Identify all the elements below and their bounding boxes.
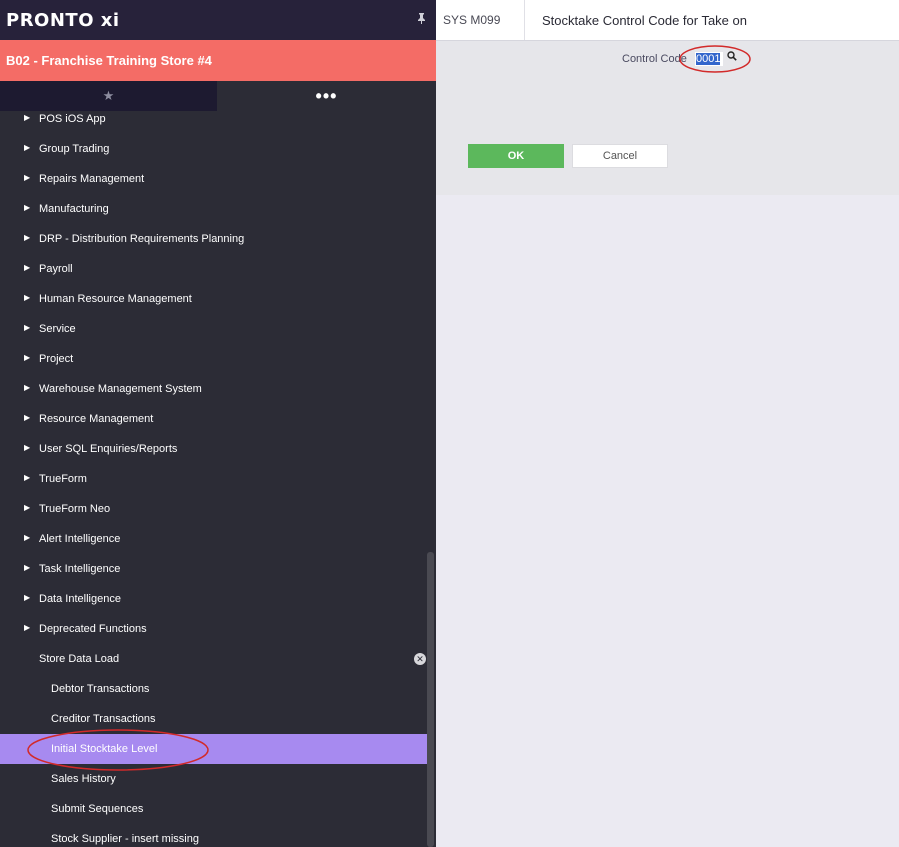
program-code: SYS M099: [436, 0, 525, 40]
menu-item-label: Resource Management: [39, 413, 154, 425]
submenu-item[interactable]: Debtor Transactions: [0, 674, 427, 704]
menu-item-label: Store Data Load: [39, 653, 120, 665]
expand-arrow-icon: ▶: [24, 113, 31, 122]
expand-arrow-icon: ▶: [24, 413, 31, 422]
menu-item[interactable]: ▶ Group Trading: [0, 134, 427, 164]
menu-item-label: Human Resource Management: [39, 293, 192, 305]
expand-arrow-icon: ▶: [24, 143, 31, 152]
menu-item[interactable]: ▶ Warehouse Management System: [0, 374, 427, 404]
sidebar-scrollbar[interactable]: [427, 552, 434, 847]
form-panel: Control Code 0001 OK Cancel: [436, 41, 899, 195]
annotation-ellipse-control-code: [679, 45, 751, 73]
expand-arrow-icon: ▶: [24, 203, 31, 212]
expand-arrow-icon: ▶: [24, 353, 31, 362]
menu-item-label: Service: [39, 323, 76, 335]
menu-item[interactable]: ▶ Service: [0, 314, 427, 344]
submenu-item-label: Sales History: [51, 773, 116, 785]
menu-item-label: TrueForm Neo: [39, 503, 111, 515]
expand-arrow-icon: ▶: [24, 173, 31, 182]
menu-item-label: User SQL Enquiries/Reports: [39, 443, 178, 455]
menu-item-store-data-load[interactable]: Store Data Load ✕: [0, 644, 427, 674]
cancel-button[interactable]: Cancel: [572, 144, 668, 168]
menu-item-label: TrueForm: [39, 473, 87, 485]
brand-bar: PRONTO xi: [0, 0, 436, 40]
ok-button[interactable]: OK: [468, 144, 564, 168]
menu-item[interactable]: ▶ POS iOS App: [0, 104, 427, 134]
expand-arrow-icon: ▶: [24, 233, 31, 242]
menu-item[interactable]: ▶ DRP - Distribution Requirements Plannin…: [0, 224, 427, 254]
menu-item[interactable]: ▶ Resource Management: [0, 404, 427, 434]
menu-item[interactable]: ▶ Data Intelligence: [0, 584, 427, 614]
expand-arrow-icon: ▶: [24, 473, 31, 482]
expand-arrow-icon: ▶: [24, 383, 31, 392]
menu-item[interactable]: ▶ Payroll: [0, 254, 427, 284]
expand-arrow-icon: ▶: [24, 503, 31, 512]
submenu-item[interactable]: Submit Sequences: [0, 794, 427, 824]
menu-item-label: Task Intelligence: [39, 563, 121, 575]
sidebar: PRONTO xi B02 - Franchise Training Store…: [0, 0, 436, 847]
expand-arrow-icon: ▶: [24, 293, 31, 302]
submenu-item-label: Stock Supplier - insert missing: [51, 833, 199, 845]
menu-item-label: Data Intelligence: [39, 593, 121, 605]
menu-item-label: Payroll: [39, 263, 73, 275]
menu-item[interactable]: ▶ Project: [0, 344, 427, 374]
submenu-item-label: Creditor Transactions: [51, 713, 156, 725]
menu-item[interactable]: ▶ Repairs Management: [0, 164, 427, 194]
menu-item[interactable]: ▶ Deprecated Functions: [0, 614, 427, 644]
expand-arrow-icon: ▶: [24, 623, 31, 632]
expand-arrow-icon: ▶: [24, 323, 31, 332]
submenu-item[interactable]: Stock Supplier - insert missing: [0, 824, 427, 847]
menu-item-label: Deprecated Functions: [39, 623, 147, 635]
menu-item-label: POS iOS App: [39, 113, 106, 125]
program-header: SYS M099 Stocktake Control Code for Take…: [436, 0, 899, 41]
menu-item[interactable]: ▶ Alert Intelligence: [0, 524, 427, 554]
expand-arrow-icon: ▶: [24, 563, 31, 572]
pin-icon[interactable]: [414, 13, 428, 27]
submenu-item-label: Debtor Transactions: [51, 683, 150, 695]
menu-item-label: Warehouse Management System: [39, 383, 202, 395]
star-icon: ★: [102, 88, 115, 103]
expand-arrow-icon: ▶: [24, 443, 31, 452]
close-icon[interactable]: ✕: [414, 653, 426, 665]
expand-arrow-icon: ▶: [24, 533, 31, 542]
menu-item[interactable]: ▶ User SQL Enquiries/Reports: [0, 434, 427, 464]
menu-item-label: Alert Intelligence: [39, 533, 121, 545]
menu-item[interactable]: ▶ TrueForm Neo: [0, 494, 427, 524]
app-logo: PRONTO xi: [6, 9, 120, 31]
menu-item-label: DRP - Distribution Requirements Planning: [39, 233, 245, 245]
menu-item-label: Repairs Management: [39, 173, 145, 185]
page-title: Stocktake Control Code for Take on: [542, 12, 747, 28]
menu-item[interactable]: ▶ Human Resource Management: [0, 284, 427, 314]
annotation-ellipse-menu: [27, 729, 209, 771]
menu-item[interactable]: ▶ Manufacturing: [0, 194, 427, 224]
menu-item[interactable]: ▶ TrueForm: [0, 464, 427, 494]
expand-arrow-icon: ▶: [24, 593, 31, 602]
store-name: B02 - Franchise Training Store #4: [6, 53, 212, 68]
menu-item-label: Group Trading: [39, 143, 110, 155]
menu-item[interactable]: ▶ Task Intelligence: [0, 554, 427, 584]
menu-item-label: Manufacturing: [39, 203, 109, 215]
menu-item-label: Project: [39, 353, 74, 365]
expand-arrow-icon: ▶: [24, 263, 31, 272]
submenu-item-label: Submit Sequences: [51, 803, 144, 815]
store-banner[interactable]: B02 - Franchise Training Store #4: [0, 40, 436, 81]
